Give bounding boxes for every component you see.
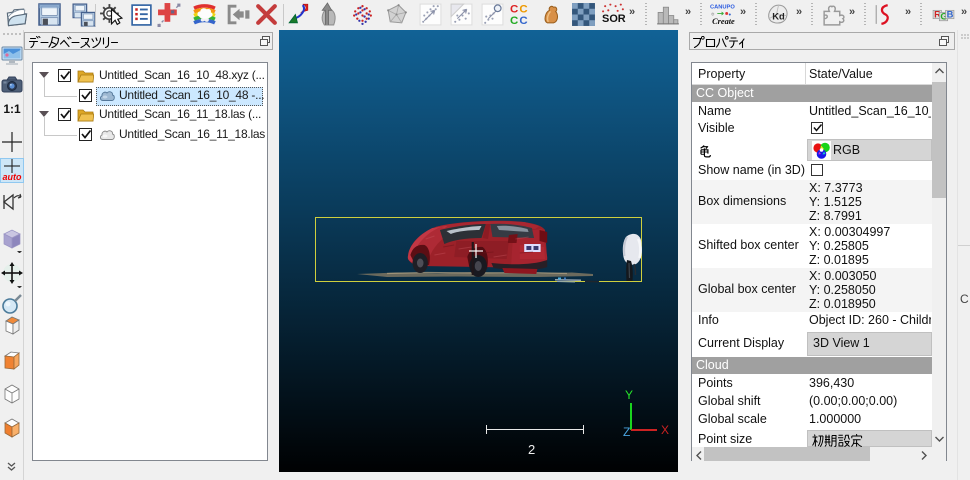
svg-text:C: C [510, 3, 518, 15]
svg-text:Kd: Kd [772, 12, 785, 22]
svg-text:CANUPO: CANUPO [710, 4, 735, 10]
svg-text:B: B [947, 10, 954, 20]
svg-text:⚙: ⚙ [711, 12, 715, 17]
svg-text:C: C [519, 3, 527, 15]
svg-text:SOR: SOR [602, 13, 626, 25]
svg-text:C: C [510, 15, 518, 27]
svg-text:C: C [519, 15, 527, 27]
svg-text:Create: Create [712, 17, 735, 26]
